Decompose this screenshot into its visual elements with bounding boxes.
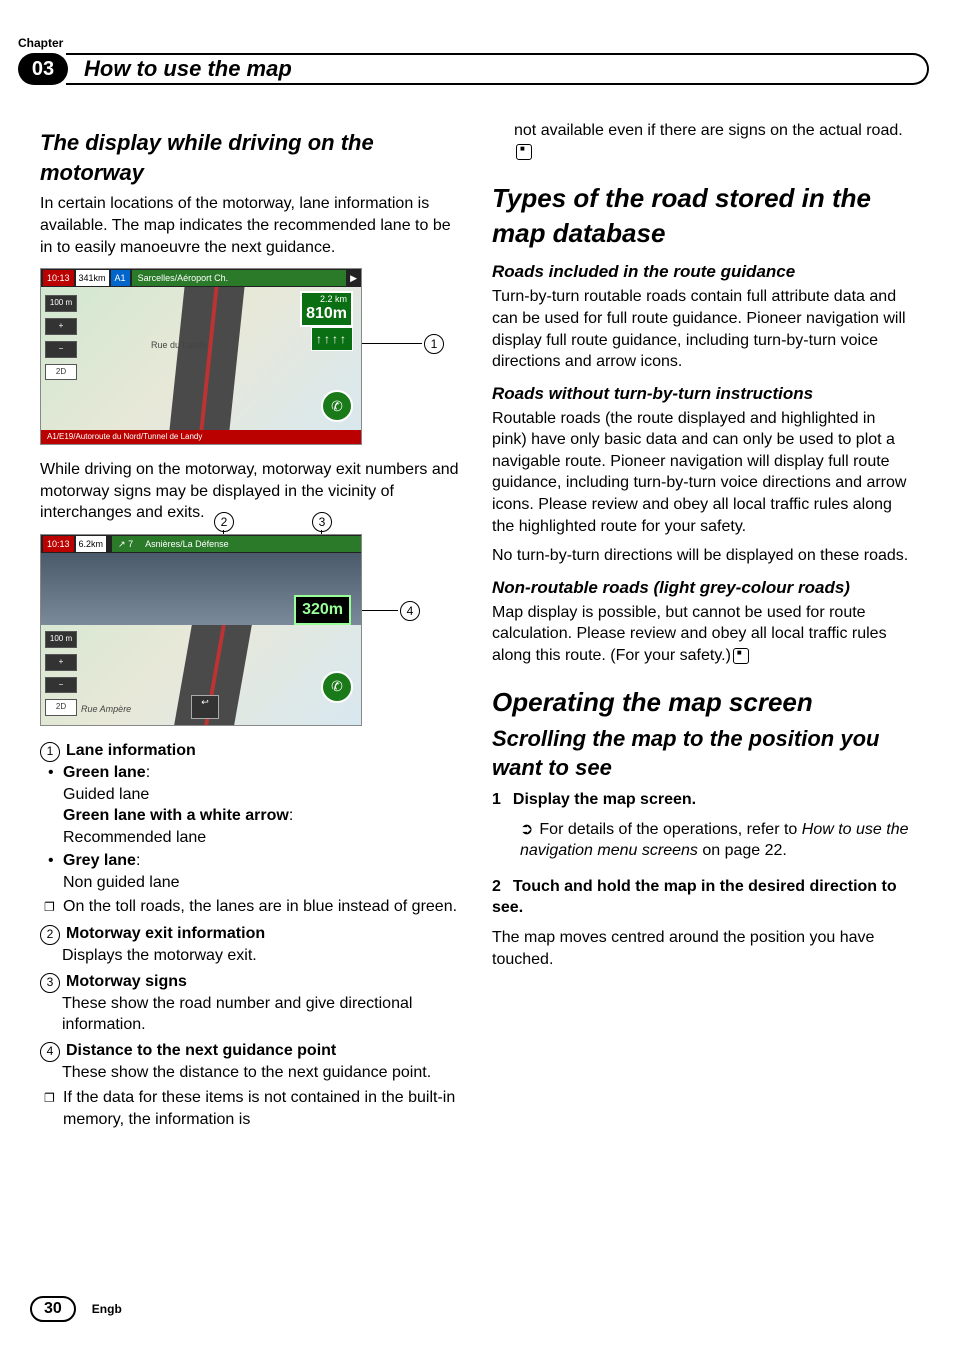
roads-noturn-body1: Routable roads (the route displayed and … <box>492 408 914 538</box>
step-1-number: 1 <box>492 791 501 808</box>
map1-time: 10:13 <box>43 270 74 286</box>
grey-lane-label: Grey lane <box>63 852 136 869</box>
item-3-number: 3 <box>40 973 60 993</box>
chapter-label: Chapter <box>18 36 63 50</box>
item-4-desc: These show the distance to the next guid… <box>62 1062 462 1084</box>
roads-noturn-body2: No turn-by-turn directions will be displ… <box>492 545 914 567</box>
end-mark-icon <box>733 648 749 664</box>
callout-2: 2 <box>214 512 234 532</box>
step-1-xref: For details of the operations, refer to … <box>520 819 914 862</box>
header-row: 03 How to use the map <box>18 53 929 91</box>
section-title-display-motorway: The display while driving on the motorwa… <box>40 128 462 187</box>
item-3-title: Motorway signs <box>66 973 187 990</box>
roads-included-body: Turn-by-turn routable roads contain full… <box>492 286 914 372</box>
item-2-number: 2 <box>40 925 60 945</box>
item-4-title: Distance to the next guidance point <box>66 1042 336 1059</box>
green-lane-label: Green lane <box>63 764 146 781</box>
map2-distance-box: 320m <box>294 595 351 625</box>
continuation-text: not available even if there are signs on… <box>514 122 903 139</box>
intro-paragraph: In certain locations of the motorway, la… <box>40 193 462 258</box>
step-2-number: 2 <box>492 878 501 895</box>
roads-included-title: Roads included in the route guidance <box>492 261 914 284</box>
map1-distance-sign: 2.2 km 810m <box>300 291 353 326</box>
map1-scale: 100 m <box>45 295 77 312</box>
map1-dist: 341km <box>76 270 109 286</box>
map-screenshot-1: 10:13 341km A1 Sarcelles/Aéroport Ch. ▶ … <box>40 268 362 445</box>
nonroutable-title: Non-routable roads (light grey-colour ro… <box>492 577 914 600</box>
map2-sign: Asnières/La Défense <box>139 536 361 552</box>
roads-noturn-title: Roads without turn-by-turn instructions <box>492 383 914 406</box>
nonroutable-body: Map display is possible, but cannot be u… <box>492 604 887 664</box>
step-2-body: The map moves centred around the positio… <box>492 927 914 970</box>
right-column: not available even if there are signs on… <box>492 120 914 1133</box>
mid-paragraph: While driving on the motorway, motorway … <box>40 459 462 524</box>
phone-icon: ✆ <box>321 671 353 703</box>
left-column: The display while driving on the motorwa… <box>40 120 462 1133</box>
footer-note: If the data for these items is not conta… <box>62 1087 462 1130</box>
map2-time: 10:13 <box>43 536 74 552</box>
map2-dist: 6.2km <box>76 536 107 552</box>
map1-bottom-route: A1/E19/Autoroute du Nord/Tunnel de Landy <box>41 430 361 444</box>
callout-4: 4 <box>400 601 420 621</box>
scrolling-title: Scrolling the map to the position you wa… <box>492 724 914 783</box>
green-arrow-label: Green lane with a white arrow <box>63 807 289 824</box>
types-of-road-title: Types of the road stored in the map data… <box>492 181 914 251</box>
step-2-title: Touch and hold the map in the desired di… <box>492 878 897 917</box>
callout-3: 3 <box>312 512 332 532</box>
item-2-desc: Displays the motorway exit. <box>62 945 462 967</box>
language-code: Engb <box>92 1302 122 1316</box>
end-mark-icon <box>516 144 532 160</box>
map2-scale: 100 m <box>45 631 77 648</box>
item-1-number: 1 <box>40 742 60 762</box>
page-footer: 30 Engb <box>30 1296 122 1322</box>
map1-street: Rue du Landy <box>151 339 207 351</box>
map2-street: Rue Ampère <box>81 703 131 715</box>
map1-sign: Sarcelles/Aéroport Ch. <box>132 270 347 286</box>
chapter-number-pill: 03 <box>18 53 68 85</box>
chapter-title: How to use the map <box>66 53 929 85</box>
step-1-title: Display the map screen. <box>513 791 696 808</box>
grey-lane-desc: Non guided lane <box>63 874 180 891</box>
green-lane-desc: Guided lane <box>63 786 149 803</box>
callout-1: 1 <box>424 334 444 354</box>
page-number: 30 <box>30 1296 76 1322</box>
map2-exit: ↗ 7 <box>112 536 139 552</box>
green-arrow-desc: Recommended lane <box>63 829 206 846</box>
item-2-title: Motorway exit information <box>66 925 265 942</box>
operating-map-title: Operating the map screen <box>492 685 914 720</box>
phone-icon: ✆ <box>321 390 353 422</box>
map1-road-badge: A1 <box>111 270 130 286</box>
item-3-desc: These show the road number and give dire… <box>62 993 462 1036</box>
menu-icon: ↩ <box>191 695 219 719</box>
item-1-title: Lane information <box>66 742 196 759</box>
item-4-number: 4 <box>40 1042 60 1062</box>
map-screenshot-2: 10:13 6.2km ↗ 7 Asnières/La Défense 320m… <box>40 534 362 726</box>
toll-note: On the toll roads, the lanes are in blue… <box>62 896 462 918</box>
map1-lane-arrows: ↑↑↑↑ <box>311 327 353 351</box>
